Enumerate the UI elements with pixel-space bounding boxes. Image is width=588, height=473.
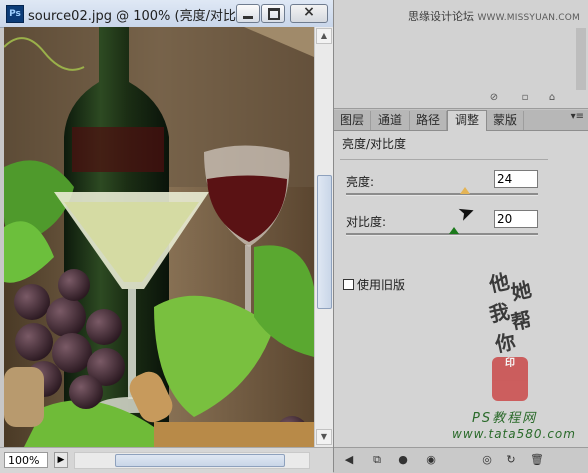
contrast-label: 对比度: bbox=[346, 215, 387, 229]
horizontal-scroll-thumb[interactable] bbox=[115, 454, 285, 467]
use-legacy-label: 使用旧版 bbox=[357, 278, 406, 292]
brightness-slider-thumb[interactable] bbox=[460, 187, 471, 194]
clip-to-layer-icon[interactable]: ● bbox=[396, 453, 410, 467]
close-icon: × bbox=[303, 4, 315, 20]
tab-layers[interactable]: 图层 bbox=[334, 111, 371, 130]
url-watermark: www.tata580.com bbox=[452, 427, 576, 441]
adjustments-toolbar: ◀ ⧉ ● ◉ ◎ ↻ 🗑 bbox=[334, 447, 588, 473]
tab-masks[interactable]: 蒙版 bbox=[487, 111, 524, 130]
maximize-icon bbox=[268, 8, 280, 20]
ps-tutorial-watermark: PS教程网 bbox=[472, 411, 538, 426]
vertical-scrollbar[interactable]: ▲ ▼ bbox=[314, 27, 333, 447]
vertical-scroll-thumb[interactable] bbox=[317, 175, 332, 309]
top-panel-scrollbar[interactable] bbox=[576, 28, 586, 90]
scroll-up-icon[interactable]: ▲ bbox=[316, 28, 332, 44]
title-divider bbox=[340, 159, 548, 160]
panel-tabs: 图层 通道 路径 调整 蒙版 ▾≡ bbox=[334, 110, 588, 131]
photoshop-app-icon: Ps bbox=[6, 5, 24, 23]
tab-adjustments[interactable]: 调整 bbox=[447, 110, 487, 131]
signature-char: 我 bbox=[487, 299, 512, 327]
watermark-top-text: 思缘设计论坛 bbox=[407, 10, 474, 23]
status-menu-icon[interactable]: ▶ bbox=[54, 452, 68, 468]
visibility-eye-icon[interactable]: ◉ bbox=[424, 453, 438, 467]
adjustments-panel: 亮度/对比度 亮度: 24 ➤ 对比度: 20 使用旧版 他 她 我 帮 你 印… bbox=[334, 131, 588, 447]
signature-calligraphy: 他 她 我 帮 你 bbox=[487, 267, 549, 367]
brightness-input[interactable]: 24 bbox=[494, 170, 538, 188]
expand-view-icon[interactable]: ⧉ bbox=[370, 453, 384, 467]
brightness-slider[interactable] bbox=[346, 187, 538, 196]
use-legacy-checkbox[interactable] bbox=[343, 279, 354, 290]
signature-char: 她 bbox=[509, 277, 534, 305]
document-statusbar: 100% ▶ bbox=[0, 447, 333, 473]
document-window: Ps source02.jpg @ 100% (亮度/对比... × ▲ ▼ 1… bbox=[0, 0, 334, 473]
reset-icon[interactable]: ↻ bbox=[504, 453, 518, 467]
delete-trash-icon[interactable]: 🗑 bbox=[530, 453, 544, 467]
contrast-slider[interactable] bbox=[346, 227, 538, 236]
panel-menu-icon[interactable]: ▾≡ bbox=[571, 111, 584, 122]
maximize-button[interactable] bbox=[261, 4, 285, 23]
minimize-icon bbox=[243, 16, 253, 19]
watermark-top-site: WWW.MISSYUAN.COM bbox=[477, 13, 580, 23]
back-arrow-icon[interactable]: ◀ bbox=[342, 453, 356, 467]
scroll-down-icon[interactable]: ▼ bbox=[316, 429, 332, 445]
tab-paths[interactable]: 路径 bbox=[410, 111, 447, 130]
trash-icon[interactable]: ⌂ bbox=[546, 92, 558, 104]
red-seal-stamp: 印 bbox=[492, 357, 528, 401]
contrast-slider-thumb[interactable] bbox=[448, 227, 459, 234]
image-canvas[interactable] bbox=[4, 27, 314, 447]
document-titlebar[interactable]: Ps source02.jpg @ 100% (亮度/对比... × bbox=[0, 0, 333, 28]
signature-char: 他 bbox=[487, 269, 512, 297]
no-entry-icon[interactable]: ⊘ bbox=[488, 92, 500, 104]
new-item-icon[interactable]: ▫ bbox=[519, 92, 531, 104]
tab-channels[interactable]: 通道 bbox=[371, 111, 410, 130]
close-button[interactable]: × bbox=[290, 4, 328, 23]
watermark-top: 思缘设计论坛 WWW.MISSYUAN.COM bbox=[408, 8, 580, 24]
brightness-label: 亮度: bbox=[346, 175, 375, 189]
top-collapsed-panel: 思缘设计论坛 WWW.MISSYUAN.COM ⊘ ▫ ⌂ bbox=[334, 0, 588, 109]
mouse-cursor-icon: ➤ bbox=[454, 197, 479, 227]
view-previous-icon[interactable]: ◎ bbox=[480, 453, 494, 467]
document-title: source02.jpg @ 100% (亮度/对比... bbox=[28, 9, 249, 24]
minimize-button[interactable] bbox=[236, 4, 260, 23]
right-panel-dock: 思缘设计论坛 WWW.MISSYUAN.COM ⊘ ▫ ⌂ 图层 通道 路径 调… bbox=[334, 0, 588, 473]
zoom-level-field[interactable]: 100% bbox=[4, 452, 48, 468]
contrast-input[interactable]: 20 bbox=[494, 210, 538, 228]
wine-photo bbox=[4, 27, 314, 447]
horizontal-scrollbar[interactable] bbox=[74, 452, 310, 469]
adjustment-title: 亮度/对比度 bbox=[342, 137, 407, 151]
